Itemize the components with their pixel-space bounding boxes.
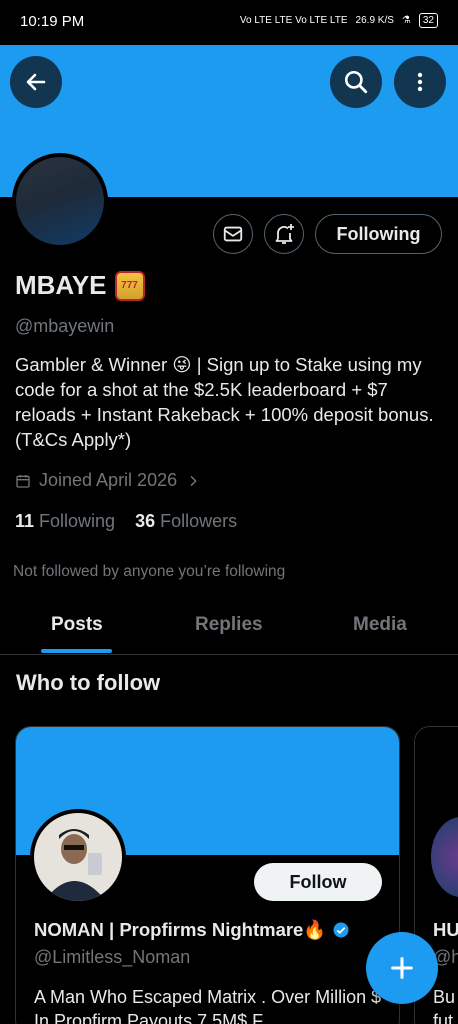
bell-plus-icon <box>275 224 294 244</box>
tab-posts[interactable]: Posts <box>51 614 103 636</box>
following-stat[interactable]: 11 Following <box>15 511 115 532</box>
search-icon <box>344 70 368 94</box>
card-2-name: HU <box>433 919 458 940</box>
back-button[interactable] <box>10 56 62 108</box>
card-avatar[interactable] <box>30 809 126 905</box>
following-button[interactable]: Following <box>315 214 442 254</box>
card-name-text: NOMAN | Propfirms Nightmare🔥 <box>34 919 327 940</box>
compose-button[interactable] <box>366 932 438 1004</box>
who-to-follow-title: Who to follow <box>16 670 161 695</box>
followers-label: Followers <box>160 511 238 531</box>
notify-button[interactable] <box>264 214 304 254</box>
network-indicator: Vo LTE LTE Vo LTE LTE <box>239 15 348 26</box>
status-icons: Vo LTE LTE Vo LTE LTE 26.9 K/S ⚗ 32 <box>240 13 438 28</box>
follow-button[interactable]: Follow <box>254 863 382 901</box>
profile-tabs: Posts Replies Media <box>0 600 458 655</box>
card-handle: @Limitless_Noman <box>34 947 191 967</box>
profile-avatar[interactable] <box>12 153 108 249</box>
status-time: 10:19 PM <box>20 13 85 30</box>
profile-handle: @mbayewin <box>15 316 115 336</box>
card-2-bio: Bu fut <box>433 987 456 1024</box>
battery-icon: 32 <box>418 13 438 28</box>
envelope-icon <box>223 226 243 242</box>
active-tab-indicator <box>41 649 112 653</box>
profile-name-text: MBAYE <box>15 270 107 300</box>
chevron-right-icon <box>190 475 197 486</box>
more-options-button[interactable] <box>394 56 446 108</box>
following-count: 11 <box>15 511 35 531</box>
card-bio: A Man Who Escaped Matrix . Over Million … <box>34 987 382 1024</box>
tab-replies[interactable]: Replies <box>195 614 263 636</box>
slot-machine-icon: 777 <box>114 270 145 301</box>
arrow-left-icon <box>26 73 46 91</box>
card-name: NOMAN | Propfirms Nightmare🔥 <box>34 919 350 941</box>
speed-indicator: 26.9 K/S <box>355 15 394 26</box>
profile-bio: Gambler & Winner 😜 | Sign up to Stake us… <box>15 354 434 450</box>
message-button[interactable] <box>213 214 253 254</box>
followers-count: 36 <box>135 511 156 531</box>
more-vertical-icon <box>417 72 423 92</box>
followers-stat[interactable]: 36 Followers <box>135 511 237 532</box>
joined-date[interactable]: Joined April 2026 <box>15 470 201 491</box>
joined-text: Joined April 2026 <box>39 470 178 490</box>
suggestion-card[interactable]: Follow NOMAN | Propfirms Nightmare🔥 @Lim… <box>15 726 400 1024</box>
status-bar: 10:19 PM Vo LTE LTE Vo LTE LTE 26.9 K/S … <box>0 0 458 45</box>
following-label: Following <box>39 511 116 531</box>
tab-media[interactable]: Media <box>353 614 407 636</box>
plus-icon <box>391 957 413 979</box>
not-followed-note: Not followed by anyone you’re following <box>13 563 286 580</box>
profile-name: MBAYE 777 <box>15 270 145 301</box>
verified-badge-icon <box>333 922 349 938</box>
follow-stats: 11 Following 36 Followers <box>15 511 237 532</box>
search-button[interactable] <box>330 56 382 108</box>
calendar-icon <box>16 474 30 488</box>
bluetooth-icon: ⚗ <box>401 15 411 26</box>
person-photo-icon <box>34 813 122 901</box>
